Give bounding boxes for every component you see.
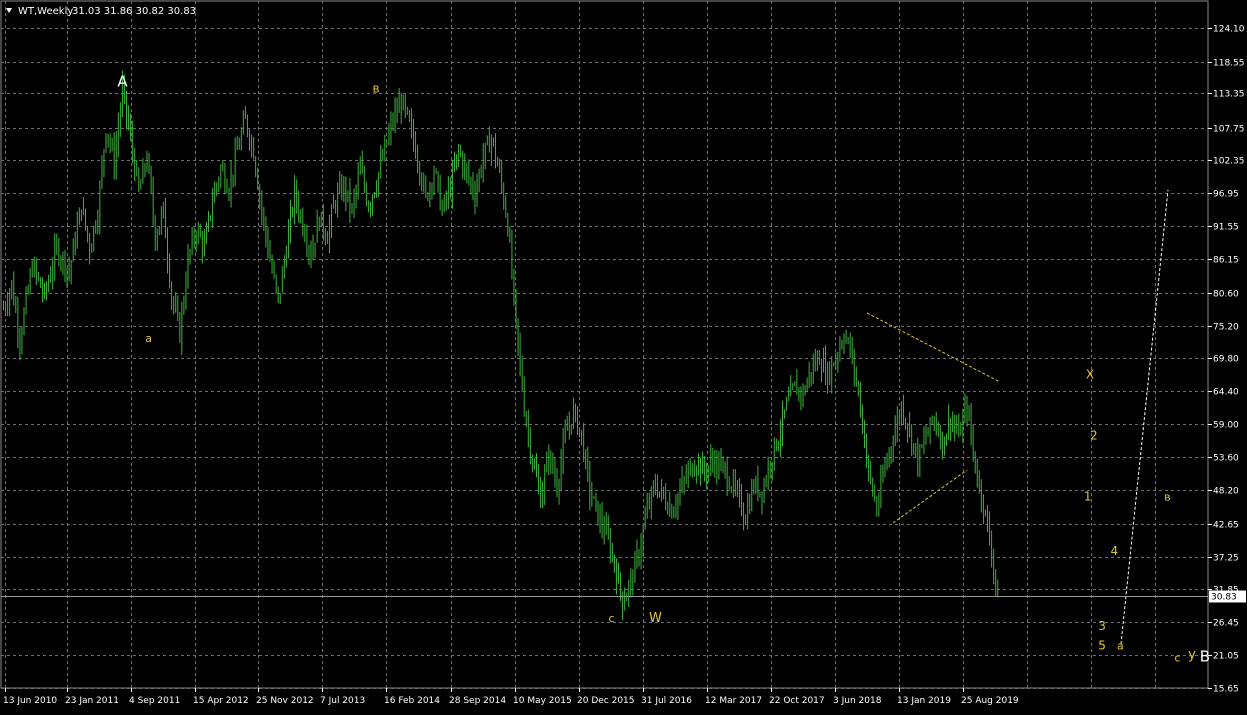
time-label: 25 Aug 2019	[961, 696, 1019, 706]
price-label: 15.65	[1213, 685, 1239, 695]
ohlc-values: 31.03 31.86 30.82 30.83	[72, 6, 196, 17]
wave-label: 3	[1098, 619, 1106, 633]
time-label: 10 May 2015	[513, 696, 572, 706]
wave-label: c	[1174, 652, 1180, 665]
time-label: 20 Dec 2015	[577, 696, 635, 706]
time-label: 13 Jan 2019	[897, 696, 951, 706]
price-label: 80.60	[1213, 290, 1239, 300]
price-label: 102.35	[1213, 157, 1245, 167]
time-label: 7 Jul 2013	[320, 696, 365, 706]
wave-label: в	[1164, 490, 1170, 503]
price-label: 42.65	[1213, 521, 1239, 531]
wave-label: A	[117, 72, 128, 90]
price-label: 107.75	[1213, 125, 1245, 135]
time-label: 16 Feb 2014	[384, 696, 440, 706]
price-label: 69.80	[1213, 355, 1239, 365]
wave-label: в	[373, 82, 380, 96]
time-label: 31 Jul 2016	[641, 696, 692, 706]
wave-label: B	[1200, 648, 1210, 666]
wave-label: y	[1188, 647, 1196, 662]
time-label: 3 Jun 2018	[833, 696, 882, 706]
time-label: 22 Oct 2017	[769, 696, 825, 706]
current-price-label: 30.83	[1211, 593, 1237, 603]
price-label: 64.40	[1213, 388, 1239, 398]
wave-label: a	[1117, 639, 1124, 652]
price-chart[interactable]: AaвcWX2в1435acyBC 124.10118.55113.35107.…	[0, 0, 1247, 711]
price-label: 86.15	[1213, 256, 1239, 266]
time-label: 25 Nov 2012	[256, 696, 314, 706]
price-label: 59.00	[1213, 421, 1239, 431]
price-label: 37.25	[1213, 554, 1239, 564]
time-label: 4 Sep 2011	[129, 696, 180, 706]
price-label: 124.10	[1213, 25, 1245, 35]
wave-label: 1	[1084, 489, 1092, 503]
price-label: 21.05	[1213, 652, 1239, 662]
price-label: 91.55	[1213, 223, 1239, 233]
price-label: 96.95	[1213, 190, 1239, 200]
price-label: 113.35	[1213, 90, 1245, 100]
wave-label: 4	[1111, 544, 1119, 558]
price-label: 118.55	[1213, 59, 1245, 69]
time-label: 28 Sep 2014	[449, 696, 506, 706]
symbol-label: WT,Weekly	[18, 6, 73, 17]
time-label: 15 Apr 2012	[193, 696, 249, 706]
price-label: 53.60	[1213, 454, 1239, 464]
time-label: 13 Jun 2010	[3, 696, 57, 706]
price-label: 26.45	[1213, 619, 1239, 629]
time-label: 12 Mar 2017	[705, 696, 762, 706]
price-label: 48.20	[1213, 487, 1239, 497]
wave-label: a	[145, 332, 152, 345]
price-label: 75.20	[1213, 323, 1239, 333]
time-label: 23 Jan 2011	[65, 696, 119, 706]
wave-label: X	[1086, 368, 1094, 382]
wave-label: W	[649, 611, 662, 626]
chart-header: WT,Weekly 31.03 31.86 30.82 30.83	[6, 6, 196, 17]
wave-label: c	[609, 612, 615, 625]
wave-label: 2	[1090, 428, 1098, 442]
chart-area[interactable]: AaвcWX2в1435acyBC 124.10118.55113.35107.…	[0, 0, 1247, 711]
wave-label: 5	[1098, 638, 1106, 652]
